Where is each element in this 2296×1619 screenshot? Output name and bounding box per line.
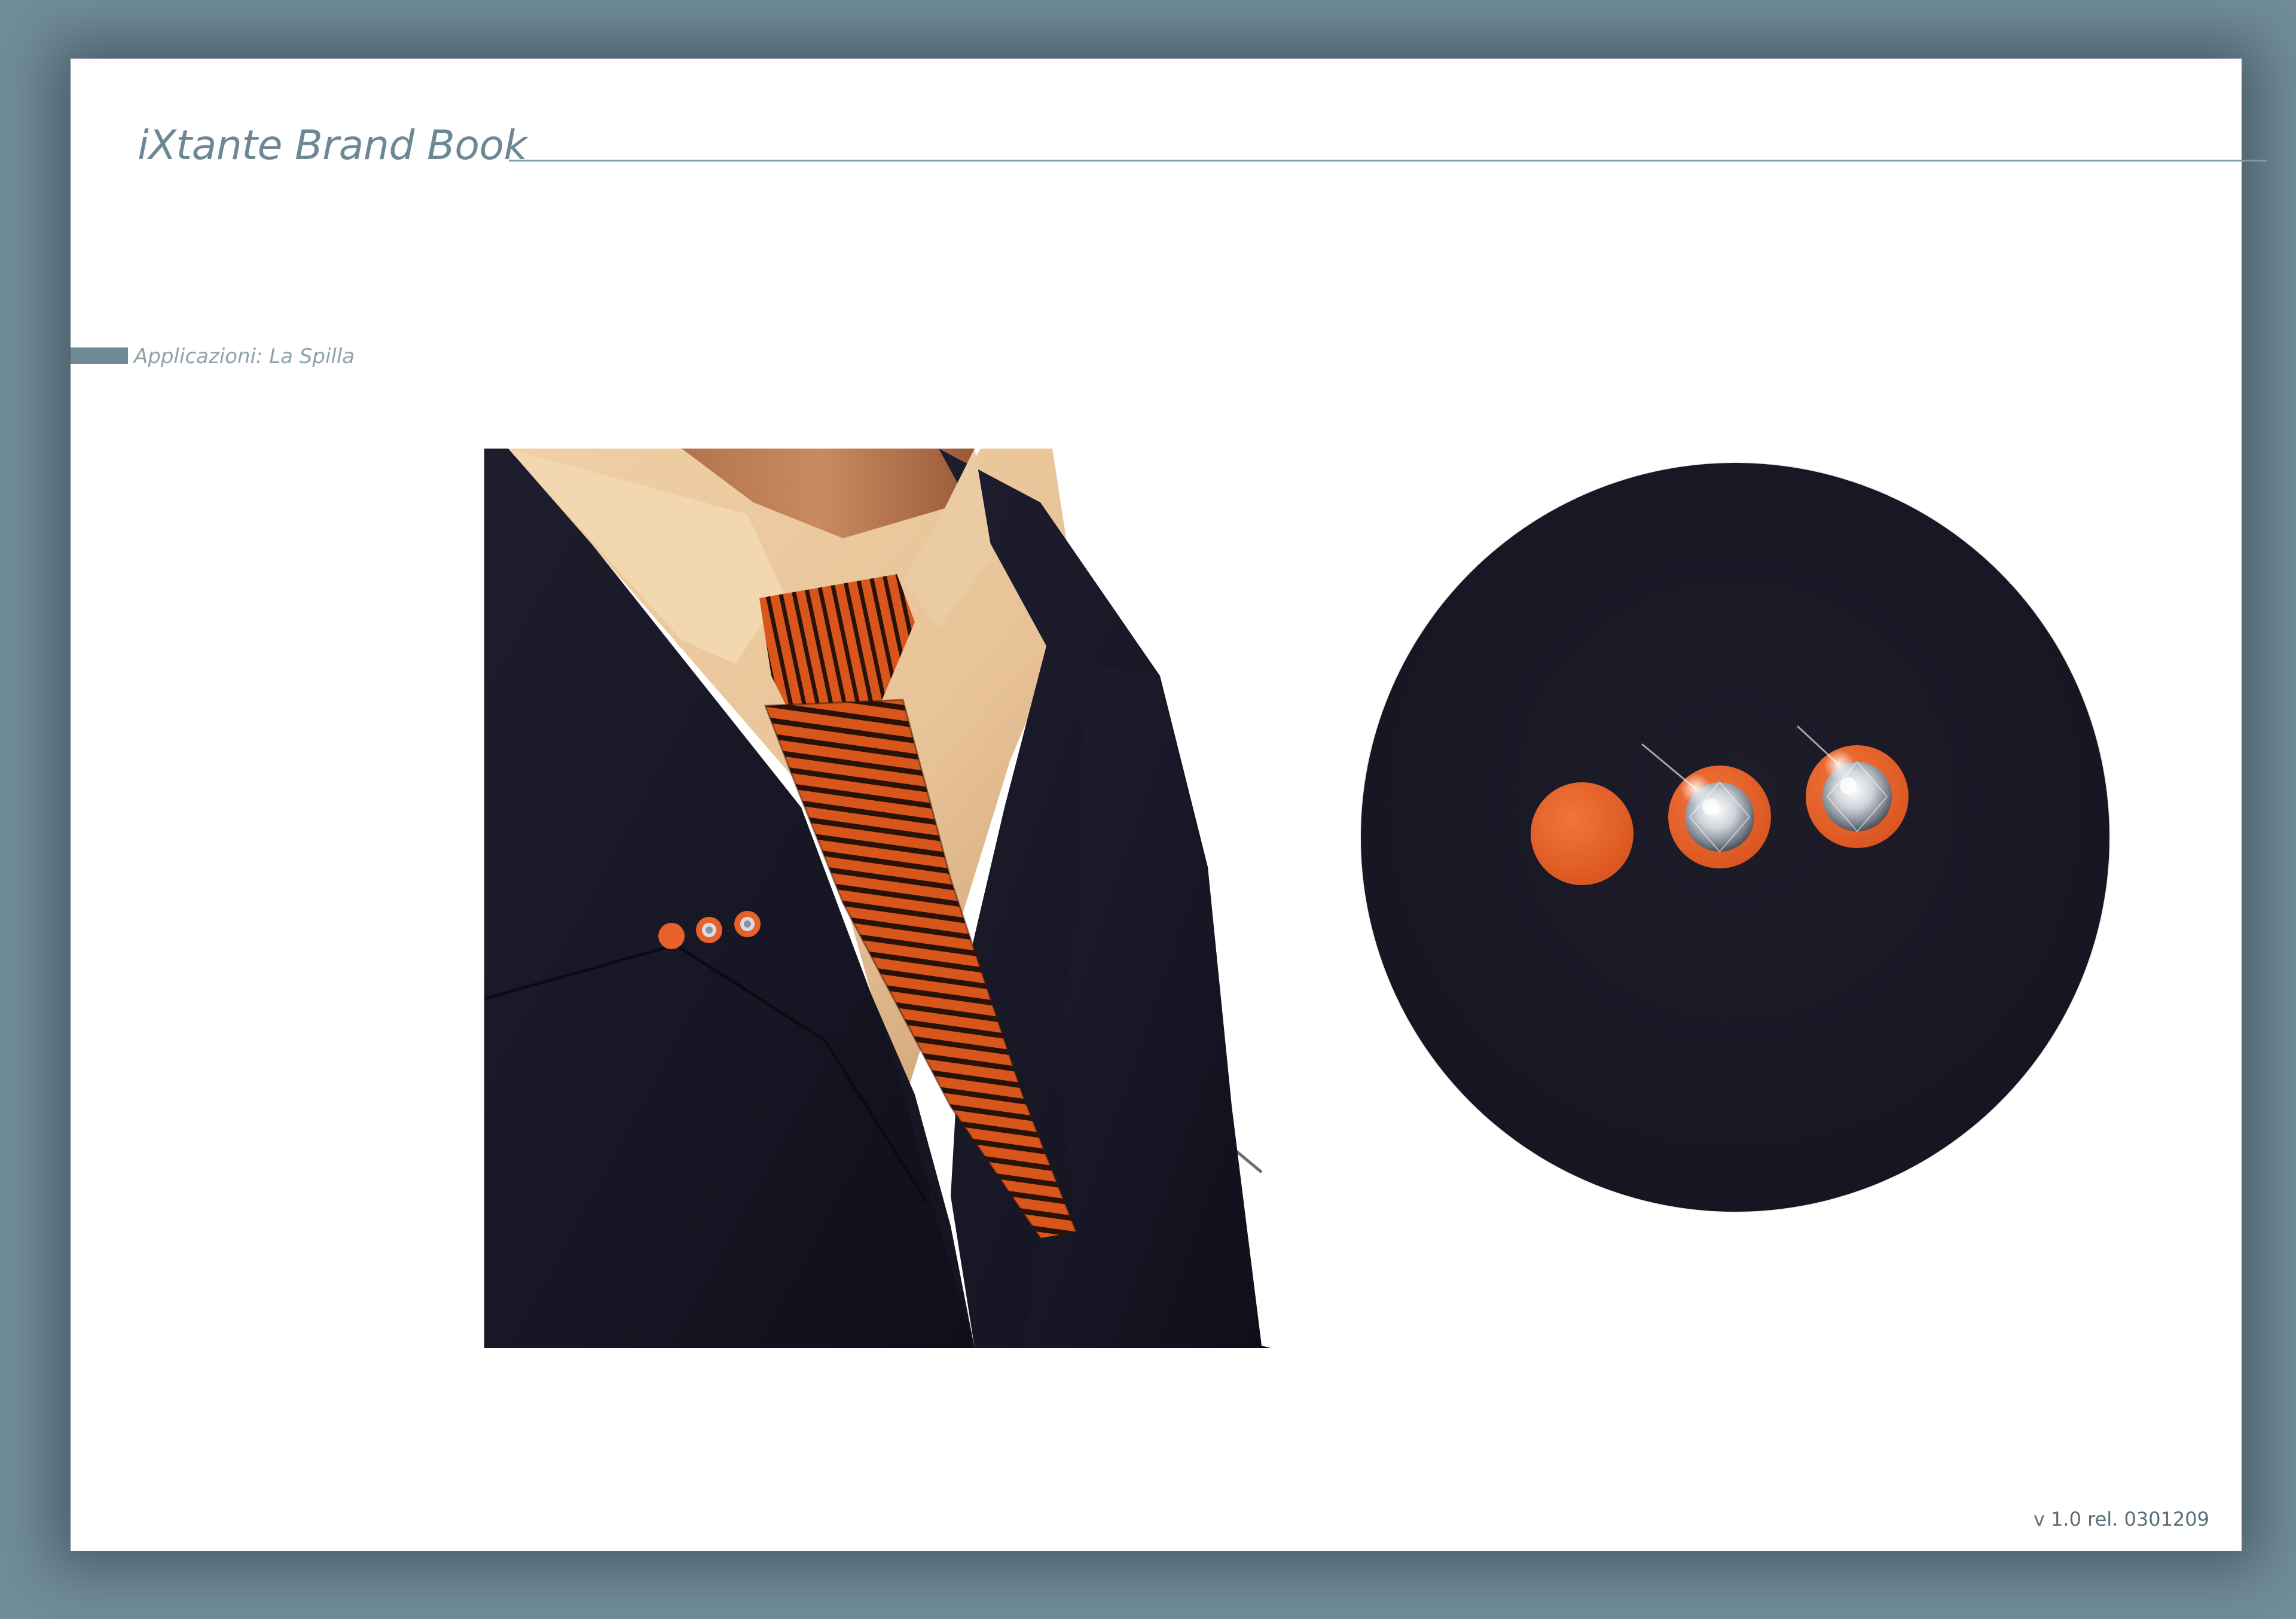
section-title: Applicazioni: La Spilla — [134, 344, 355, 368]
brand-book-title: iXtante Brand Book — [138, 122, 527, 169]
section-marker — [71, 347, 128, 364]
suit-photo — [484, 449, 1271, 1348]
header-divider — [509, 160, 2267, 161]
pin-closeup — [1361, 463, 2109, 1212]
version-label: v 1.0 rel. 0301209 — [2033, 1508, 2209, 1530]
brand-book-page: iXtante Brand Book Applicazioni: La Spil… — [71, 59, 2267, 1551]
